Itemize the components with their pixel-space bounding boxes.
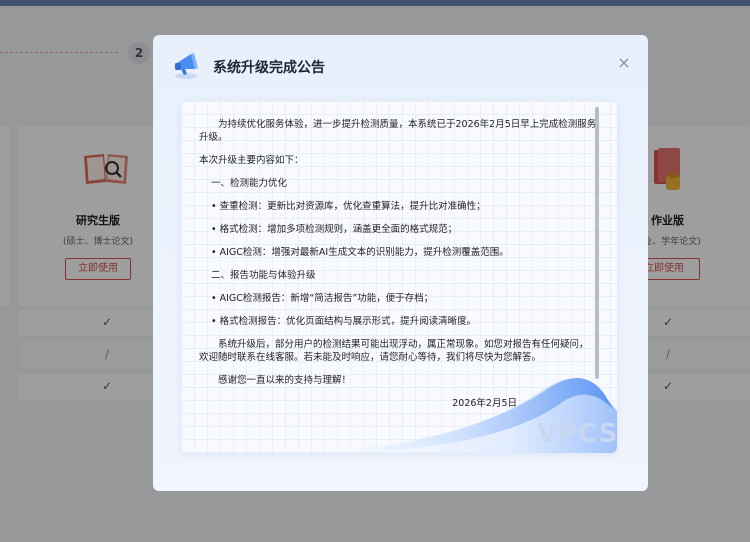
announcement-paragraph-section: 二、报告功能与体验升级 <box>211 270 316 281</box>
announcement-paragraph-intro: 为持续优化服务体验，进一步提升检测质量，本系统已于2026年2月5日早上完成检测… <box>199 119 597 143</box>
close-icon[interactable]: × <box>615 54 633 72</box>
announcement-paragraph-section: 一、检测能力优化 <box>211 178 288 189</box>
vpcs-watermark: VPCS <box>537 419 617 449</box>
announcement-paragraph-item: • AIGC检测报告：新增“简洁报告”功能，便于存档； <box>211 293 434 304</box>
announcement-paragraph-date: 2026年2月5日 <box>452 398 517 409</box>
scrollbar[interactable] <box>595 107 599 379</box>
announcement-paragraph-item: • AIGC检测：增强对最新AI生成文本的识别能力，提升检测覆盖范围。 <box>211 247 509 258</box>
modal-title: 系统升级完成公告 <box>213 60 325 76</box>
announcement-paragraph-plain: 本次升级主要内容如下： <box>199 155 304 166</box>
announcement-paragraph-item: • 查重检测：更新比对资源库，优化查重算法，提升比对准确性； <box>211 201 486 212</box>
announcement-content: 为持续优化服务体验，进一步提升检测质量，本系统已于2026年2月5日早上完成检测… <box>199 118 597 410</box>
megaphone-icon <box>175 53 198 79</box>
announcement-paper: 为持续优化服务体验，进一步提升检测质量，本系统已于2026年2月5日早上完成检测… <box>181 101 617 453</box>
modal-header: 系统升级完成公告 × <box>153 35 648 97</box>
announcement-paragraph-item: • 格式检测报告：优化页面结构与展示形式，提升阅读清晰度。 <box>211 316 477 327</box>
announcement-paragraph-intro: 系统升级后，部分用户的检测结果可能出现浮动，属正常现象。如您对报告有任何疑问，欢… <box>199 339 589 363</box>
announcement-paragraph-intro: 感谢您一直以来的支持与理解！ <box>218 375 352 386</box>
announcement-modal: 系统升级完成公告 × 为持续优化服务体验，进一步提升检测质量，本系统已于2026… <box>153 35 648 491</box>
announcement-paragraph-item: • 格式检测：增加多项检测规则，涵盖更全面的格式规范； <box>211 224 458 235</box>
